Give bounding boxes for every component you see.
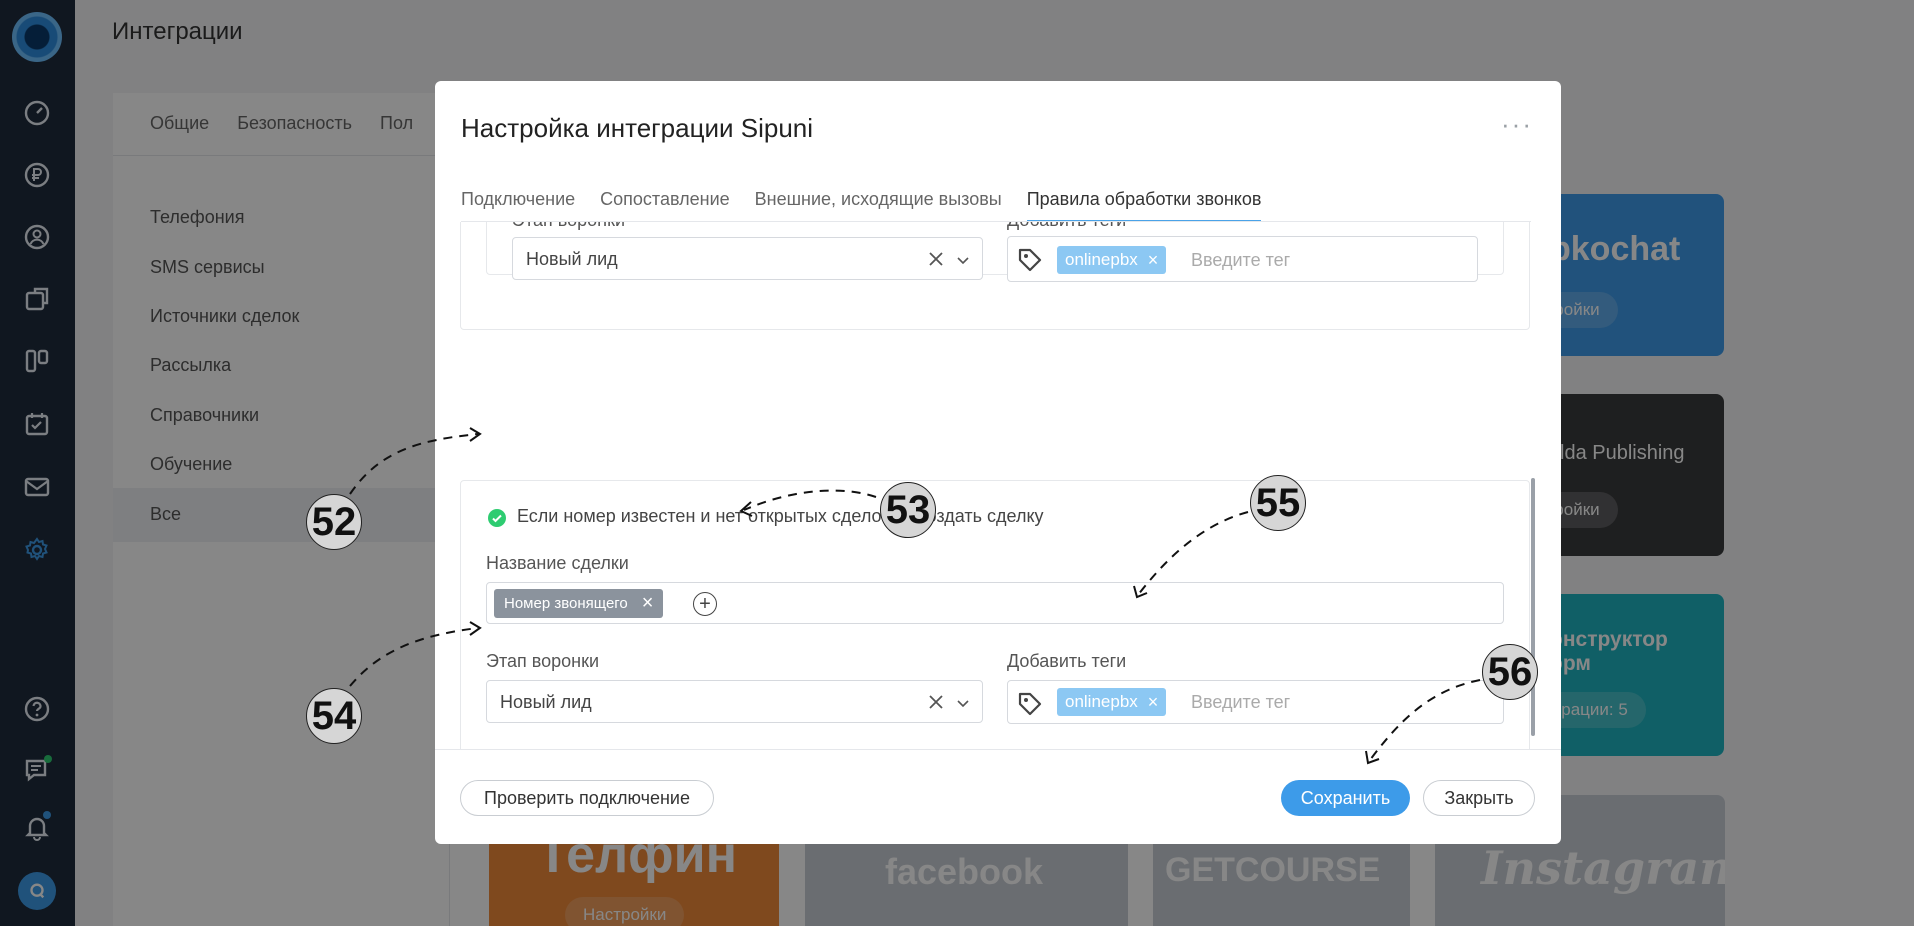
annotation-callout-53: 53 bbox=[880, 482, 936, 538]
annotation-callout-52: 52 bbox=[306, 494, 362, 550]
annotation-callout-55: 55 bbox=[1250, 475, 1306, 531]
annotation-callout-56: 56 bbox=[1482, 644, 1538, 700]
annotation-arrows bbox=[349, 427, 1481, 765]
annotation-callout-54: 54 bbox=[306, 688, 362, 744]
